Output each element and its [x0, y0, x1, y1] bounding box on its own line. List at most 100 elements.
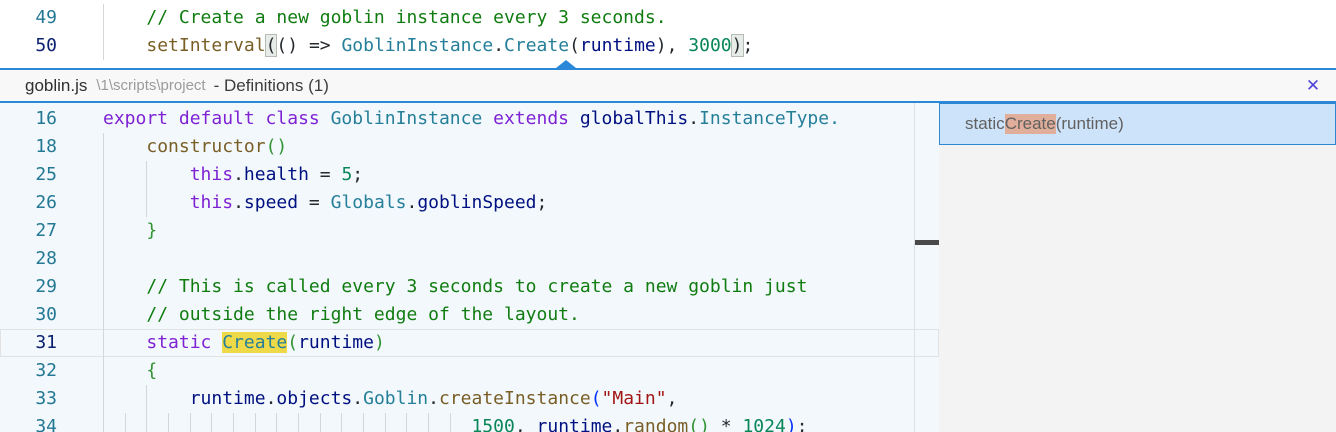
code-text: constructor() [103, 133, 287, 161]
code-token: ) [785, 416, 797, 432]
indent-guide [254, 413, 256, 432]
indent-guide [103, 329, 104, 357]
indent-guide [103, 273, 104, 301]
definition-list-item[interactable]: static Create (runtime) [939, 103, 1336, 145]
gutter: 30 [0, 301, 103, 329]
peek-title-meta: - Definitions (1) [213, 75, 329, 95]
code-token: this [189, 164, 234, 185]
code-line[interactable]: 26 this.speed = Globals.goblinSpeed; [0, 189, 939, 217]
gutter: 49 [0, 4, 103, 32]
code-line[interactable]: 29 // This is called every 3 seconds to … [0, 273, 939, 301]
line-number: 31 [35, 332, 57, 353]
code-token: ) [373, 332, 385, 353]
line-number: 18 [35, 136, 57, 157]
code-line[interactable]: 31 static Create(runtime) [0, 329, 939, 357]
indent-guide [146, 413, 148, 432]
code-token: . [233, 164, 244, 185]
definition-match-highlight: Create [222, 332, 288, 353]
line-number: 34 [35, 416, 57, 432]
code-token: . [688, 108, 700, 129]
code-token: Create [504, 35, 570, 56]
main-editor[interactable]: 49 // Create a new goblin instance every… [0, 0, 1336, 68]
code-token: . [265, 388, 277, 409]
code-token: . [406, 192, 418, 213]
code-line[interactable]: 25 this.health = 5; [0, 161, 939, 189]
peek-title-path: \1\scripts\project [96, 77, 206, 94]
indent-guide [103, 217, 104, 245]
overview-ruler-mark [915, 240, 939, 245]
code-token: runtime [579, 35, 656, 56]
code-text: } [103, 217, 157, 245]
indent-guide [103, 385, 104, 413]
gutter: 27 [0, 217, 103, 245]
code-token: , [514, 416, 537, 432]
peek-editor[interactable]: 16 export default class GoblinInstance ex… [0, 103, 939, 432]
code-token: ( [590, 388, 602, 409]
indent-guide [103, 189, 104, 217]
code-text: this.health = 5; [103, 161, 363, 189]
code-text: runtime.objects.Goblin.createInstance("M… [103, 385, 677, 413]
code-token: { [146, 360, 158, 381]
gutter: 16 [0, 105, 103, 133]
line-number: 32 [35, 360, 57, 381]
gutter: 33 [0, 385, 103, 413]
indent-guide [103, 161, 104, 189]
code-line[interactable]: 50 setInterval(() => GoblinInstance.Crea… [0, 32, 1336, 60]
code-token: Globals [330, 192, 407, 213]
code-token: () [265, 136, 288, 157]
indent-guide [103, 32, 104, 60]
code-token: constructor [146, 136, 266, 157]
indent-guide [103, 357, 104, 385]
indent-guide [146, 161, 148, 189]
peek-title-filename: goblin.js [25, 75, 88, 95]
code-text: // This is called every 3 seconds to cre… [103, 273, 807, 301]
code-token: ( [264, 34, 278, 57]
code-token: 1024 [742, 416, 786, 432]
overview-ruler-separator [914, 103, 915, 432]
indent-guide [189, 413, 191, 432]
indent-guide [103, 133, 104, 161]
code-token: // This is called every 3 seconds to cre… [146, 276, 808, 297]
code-token: export default class [103, 108, 331, 129]
indent-guide [146, 385, 148, 413]
gutter: 50 [0, 32, 103, 60]
code-line[interactable]: 33 runtime.objects.Goblin.createInstance… [0, 385, 939, 413]
code-token: health [243, 164, 309, 185]
code-line[interactable]: 49 // Create a new goblin instance every… [0, 4, 1336, 32]
code-token: ( [569, 35, 580, 56]
code-token: , [666, 35, 689, 56]
code-line[interactable]: 27 } [0, 217, 939, 245]
line-number: 28 [35, 248, 57, 269]
code-token: () [276, 35, 299, 56]
indent-guide [276, 413, 278, 432]
code-token: ; [352, 164, 364, 185]
code-token: InstanceType. [699, 108, 840, 129]
code-token: ; [742, 35, 754, 56]
code-line[interactable]: 28 [0, 245, 939, 273]
code-text: // outside the right edge of the layout. [103, 301, 580, 329]
code-token: goblinSpeed [417, 192, 537, 213]
indent-guide [103, 245, 104, 273]
code-token: // Create a new goblin instance every 3 … [146, 7, 667, 28]
line-number: 30 [35, 304, 57, 325]
close-icon[interactable]: ✕ [1300, 73, 1326, 99]
gutter: 28 [0, 245, 103, 273]
code-token: setInterval [146, 35, 266, 56]
indent-guide [384, 413, 386, 432]
code-token: 3000 [688, 35, 732, 56]
code-line[interactable]: 18 constructor() [0, 133, 939, 161]
indent-guide [103, 4, 104, 32]
code-token: () [688, 416, 710, 432]
code-line[interactable]: 30 // outside the right edge of the layo… [0, 301, 939, 329]
code-line[interactable]: 32 { [0, 357, 939, 385]
code-line[interactable]: 16 export default class GoblinInstance ex… [0, 105, 939, 133]
code-token: static [146, 332, 223, 353]
indent-guide [103, 301, 104, 329]
code-line[interactable]: 34 1500, runtime.random() * 1024); [0, 413, 939, 432]
